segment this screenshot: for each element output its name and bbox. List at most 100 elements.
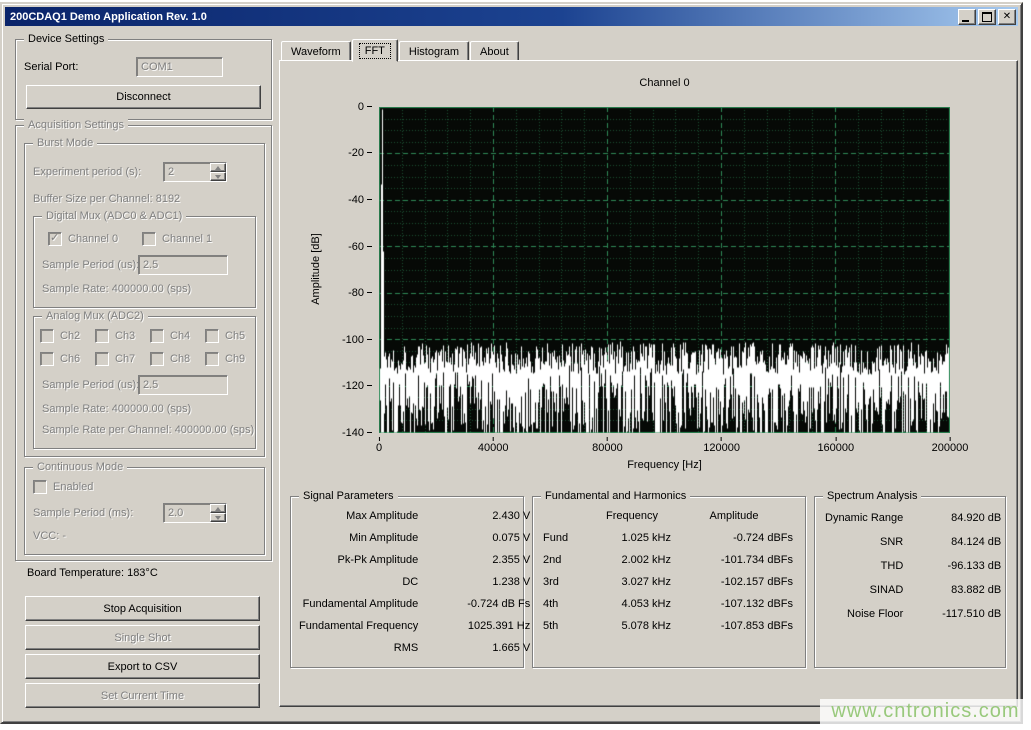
spin-up-button[interactable] [210, 163, 226, 172]
maximize-button[interactable] [978, 9, 996, 25]
analog-sample-period-value: 2.5 [143, 379, 158, 391]
signal-parameters-group-title: Signal Parameters [299, 489, 398, 504]
experiment-period-spinbox[interactable]: 2 [163, 162, 227, 182]
ch9-checkbox[interactable]: Ch9 [205, 352, 245, 366]
arrow-down-icon [215, 516, 221, 520]
channel-1-checkbox[interactable]: Channel 1 [142, 232, 212, 246]
param-value: 1.238 V [430, 576, 530, 588]
ch5-label: Ch5 [225, 330, 245, 342]
watermark: www.cntronics.com [820, 699, 1031, 725]
plot-title: Channel 0 [379, 77, 950, 89]
spectrum-value: 84.920 dB [915, 512, 1001, 524]
checkbox-box [205, 329, 219, 343]
digital-sample-rate-label: Sample Rate: 400000.00 (sps) [42, 283, 191, 295]
continuous-sample-period-value: 2.0 [168, 507, 183, 519]
y-axis-ticks: 0 -20 -40 -60 -80 -100 -120 -140 [310, 107, 372, 433]
experiment-period-spin-buttons [210, 163, 226, 181]
maximize-icon [982, 12, 992, 22]
harmonic-name: 5th [543, 620, 589, 632]
fft-plot-canvas [379, 107, 950, 433]
checkbox-box [205, 352, 219, 366]
minimize-button[interactable] [958, 9, 976, 25]
digital-sample-period-input[interactable]: 2.5 [138, 255, 228, 275]
harmonic-amplitude: -107.853 dBFs [675, 620, 793, 632]
checkbox-box [95, 329, 109, 343]
channel-1-label: Channel 1 [162, 233, 212, 245]
stop-acquisition-button[interactable]: Stop Acquisition [25, 596, 260, 621]
analog-mux-group-title: Analog Mux (ADC2) [42, 309, 148, 324]
spin-down-button[interactable] [210, 513, 226, 522]
serial-port-input[interactable]: COM1 [136, 57, 223, 77]
ch6-label: Ch6 [60, 353, 80, 365]
ch7-checkbox[interactable]: Ch7 [95, 352, 135, 366]
y-tick: -60 [310, 241, 372, 253]
tab-fft[interactable]: FFT [352, 39, 398, 62]
board-temperature-label: Board Temperature: 183°C [27, 567, 158, 579]
x-tick: 40000 [478, 437, 509, 454]
titlebar-buttons: ✕ [958, 9, 1016, 25]
tab-label: FFT [359, 43, 391, 59]
spectrum-analysis-group-title: Spectrum Analysis [823, 489, 921, 504]
signal-parameters-group: Signal Parameters Max Amplitude2.430 V M… [290, 496, 524, 668]
ch2-label: Ch2 [60, 330, 80, 342]
arrow-up-icon [215, 507, 221, 511]
x-tick: 120000 [703, 437, 740, 454]
single-shot-button[interactable]: Single Shot [25, 625, 260, 650]
ch3-checkbox[interactable]: Ch3 [95, 329, 135, 343]
harmonic-frequency: 4.053 kHz [593, 598, 671, 610]
y-tick: -140 [310, 427, 372, 439]
tab-about[interactable]: About [470, 41, 519, 61]
harmonics-group-title: Fundamental and Harmonics [541, 489, 690, 504]
continuous-sample-period-spinbox[interactable]: 2.0 [163, 503, 227, 523]
digital-mux-group-title: Digital Mux (ADC0 & ADC1) [42, 209, 186, 224]
buffer-size-label: Buffer Size per Channel: 8192 [33, 193, 180, 205]
ch8-label: Ch8 [170, 353, 190, 365]
arrow-up-icon [215, 166, 221, 170]
spin-down-button[interactable] [210, 172, 226, 181]
y-tick: -40 [310, 194, 372, 206]
ch2-checkbox[interactable]: Ch2 [40, 329, 80, 343]
close-button[interactable]: ✕ [998, 9, 1016, 25]
disconnect-button[interactable]: Disconnect [26, 85, 261, 109]
harmonic-amplitude: -102.157 dBFs [675, 576, 793, 588]
checkbox-box [150, 352, 164, 366]
checkbox-box [95, 352, 109, 366]
checkbox-box [33, 480, 47, 494]
app-window: 200CDAQ1 Demo Application Rev. 1.0 ✕ Dev… [0, 2, 1023, 724]
ch5-checkbox[interactable]: Ch5 [205, 329, 245, 343]
harmonics-table: Frequency Amplitude Fund 1.025 kHz -0.72… [543, 510, 793, 632]
analog-sample-rate-per-channel-label: Sample Rate per Channel: 400000.00 (sps) [42, 424, 254, 436]
tab-label: Waveform [291, 46, 341, 58]
serial-port-value: COM1 [141, 61, 173, 73]
burst-mode-group: Burst Mode Experiment period (s): 2 Buff… [24, 143, 265, 457]
harmonics-header-spacer [543, 510, 589, 522]
ch8-checkbox[interactable]: Ch8 [150, 352, 190, 366]
continuous-enabled-checkbox[interactable]: Enabled [33, 480, 93, 494]
harmonic-amplitude: -101.734 dBFs [675, 554, 793, 566]
acquisition-settings-group-title: Acquisition Settings [24, 118, 128, 133]
param-label: Max Amplitude [299, 510, 418, 522]
channel-0-checkbox[interactable]: Channel 0 [48, 232, 118, 246]
param-value: -0.724 dB Fs [430, 598, 530, 610]
spin-up-button[interactable] [210, 504, 226, 513]
ch6-checkbox[interactable]: Ch6 [40, 352, 80, 366]
analog-sample-period-input[interactable]: 2.5 [138, 375, 228, 395]
tab-histogram[interactable]: Histogram [399, 41, 469, 61]
harmonic-frequency: 2.002 kHz [593, 554, 671, 566]
continuous-mode-group-title: Continuous Mode [33, 460, 127, 475]
channel-0-label: Channel 0 [68, 233, 118, 245]
spectrum-label: SINAD [825, 584, 903, 596]
x-tick: 0 [376, 437, 382, 454]
spectrum-label: SNR [825, 536, 903, 548]
fft-tab-page: Channel 0 Amplitude [dB] 0 -20 -40 -60 -… [279, 60, 1018, 707]
set-current-time-button[interactable]: Set Current Time [25, 683, 260, 708]
param-label: DC [299, 576, 418, 588]
harmonics-col-frequency: Frequency [593, 510, 671, 522]
checkbox-box [150, 329, 164, 343]
experiment-period-value: 2 [168, 166, 174, 178]
device-settings-group: Device Settings Serial Port: COM1 Discon… [15, 39, 272, 120]
serial-port-label: Serial Port: [24, 61, 78, 73]
ch4-checkbox[interactable]: Ch4 [150, 329, 190, 343]
export-to-csv-button[interactable]: Export to CSV [25, 654, 260, 679]
tab-waveform[interactable]: Waveform [281, 41, 351, 61]
